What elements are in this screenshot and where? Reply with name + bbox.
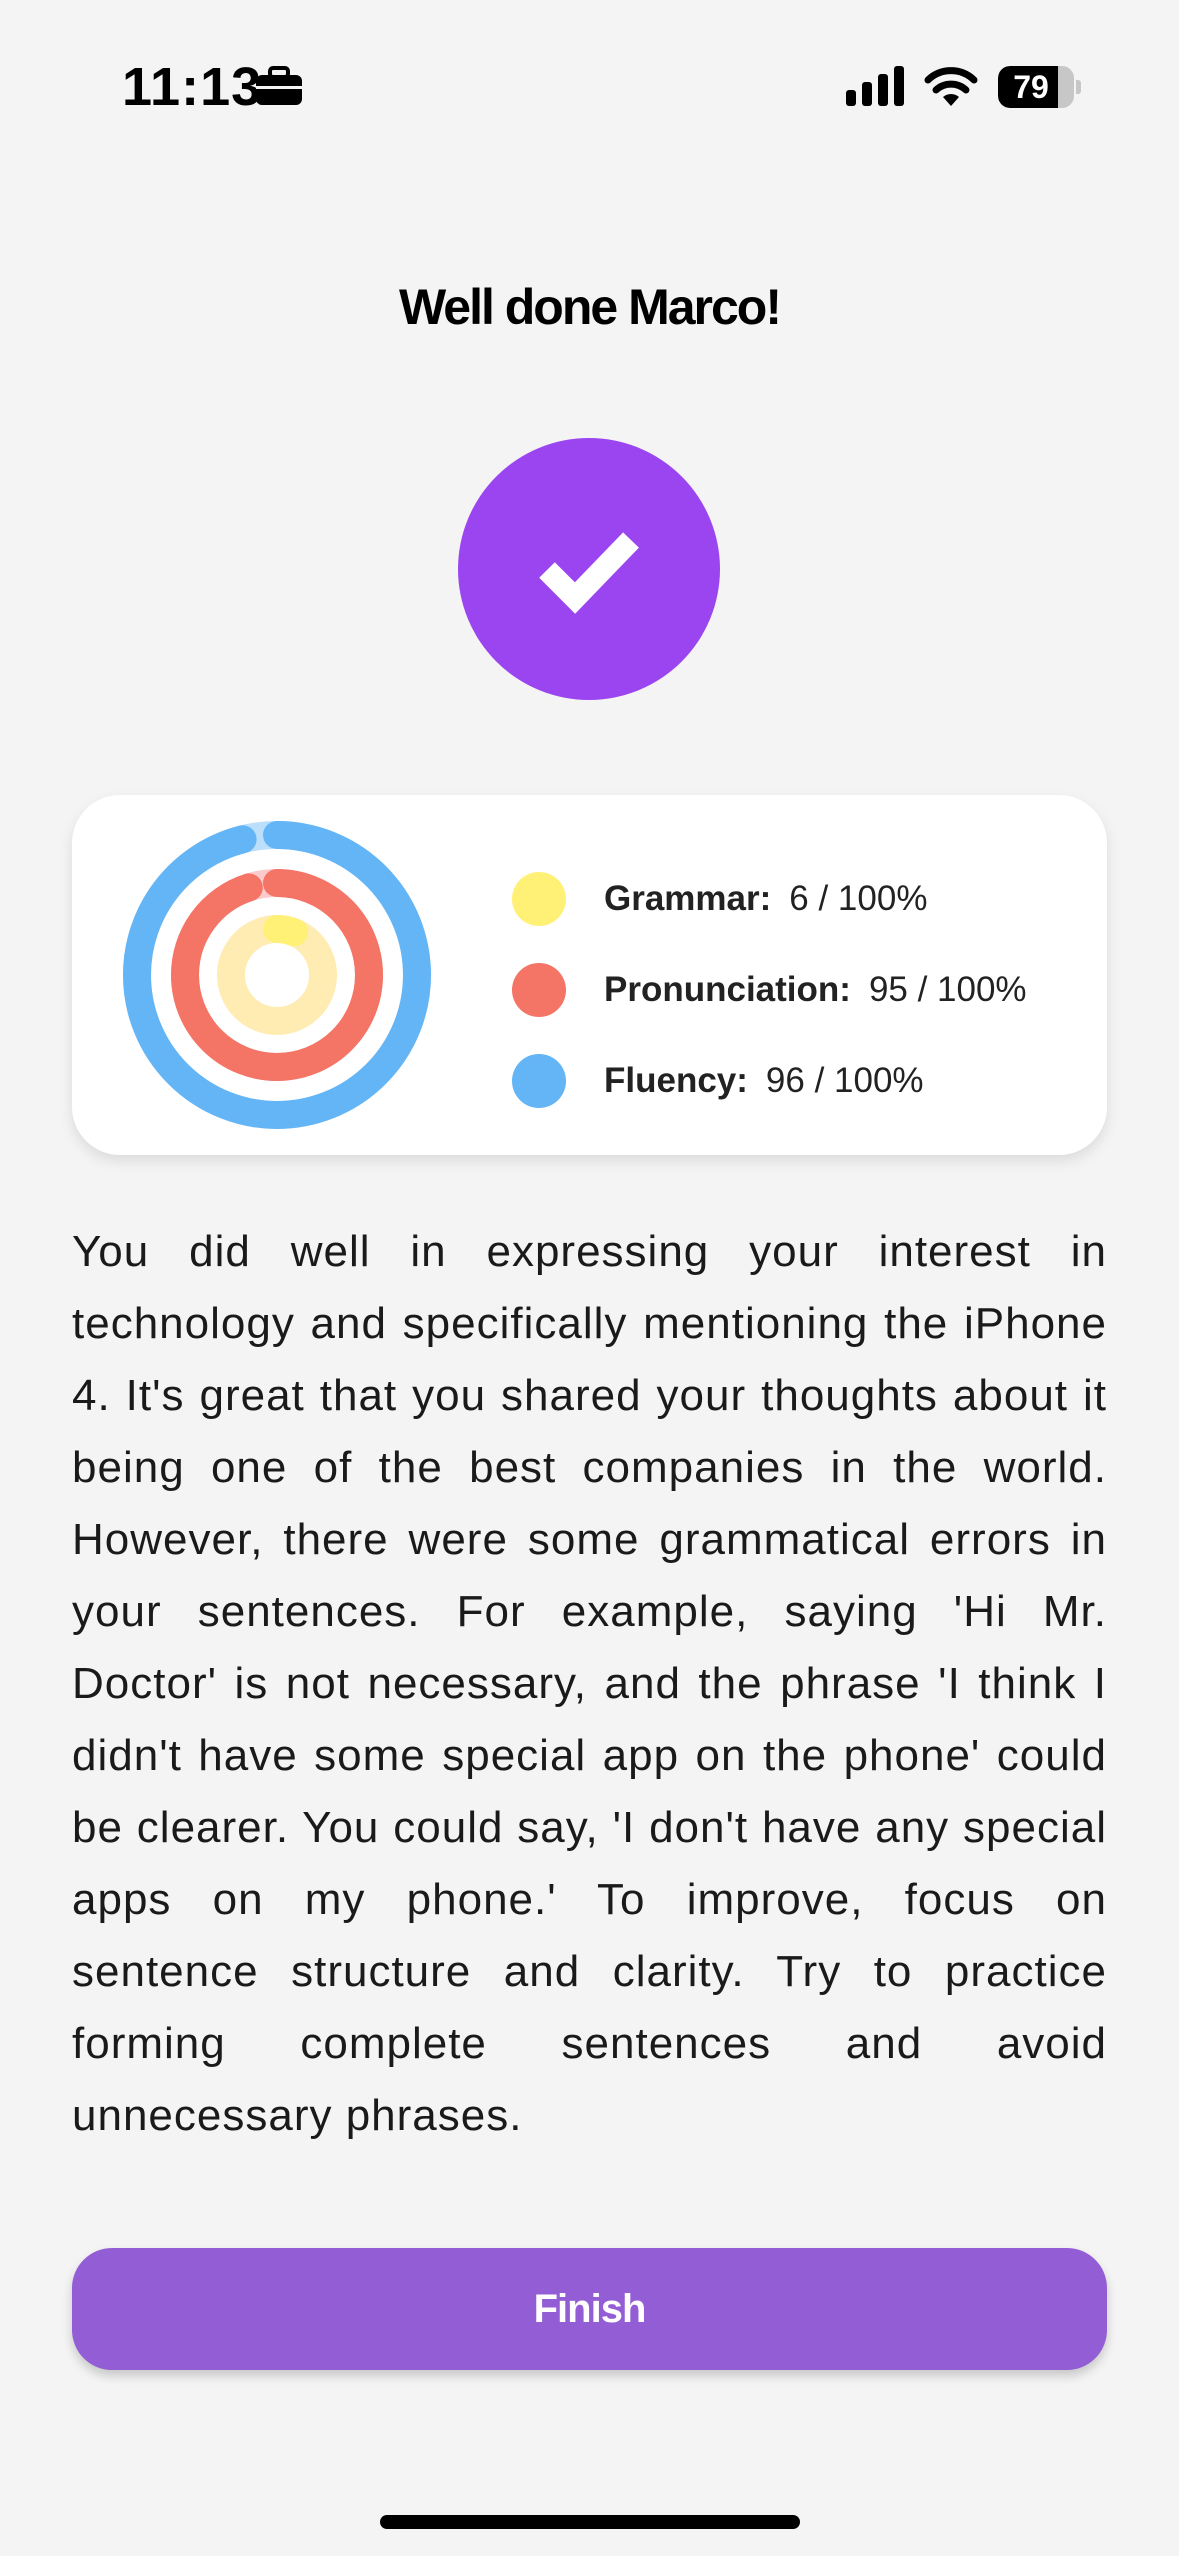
- legend-item-fluency: Fluency: 96 / 100%: [512, 1035, 1027, 1126]
- battery-icon: 79: [998, 66, 1081, 108]
- pronunciation-dot: [512, 962, 566, 1017]
- grammar-dot: [512, 871, 566, 926]
- status-bar: 11:13 79: [0, 0, 1179, 150]
- status-time: 11:13: [122, 57, 263, 117]
- feedback-text: You did well in expressing your interest…: [72, 1227, 1107, 2140]
- ring-progress-pronunciation: [171, 869, 383, 1081]
- battery-level: 79: [1013, 69, 1049, 105]
- grammar-label: Grammar:: [604, 878, 772, 918]
- briefcase-icon: [256, 66, 302, 105]
- results-screen: 11:13 79 Well done Marco! Grammar: 6 / 1…: [0, 0, 1179, 2556]
- score-card: Grammar: 6 / 100% Pronunciation: 95 / 10…: [72, 795, 1107, 1155]
- signal-icon: [846, 66, 904, 106]
- fluency-label: Fluency:: [604, 1060, 748, 1100]
- pronunciation-label: Pronunciation:: [604, 969, 851, 1009]
- score-legend: Grammar: 6 / 100% Pronunciation: 95 / 10…: [512, 853, 1027, 1126]
- legend-item-pronunciation: Pronunciation: 95 / 100%: [512, 944, 1027, 1035]
- fluency-value: 96 / 100%: [765, 1060, 924, 1100]
- score-rings-chart: [123, 821, 431, 1129]
- wifi-icon: [924, 67, 978, 106]
- legend-item-grammar: Grammar: 6 / 100%: [512, 853, 1027, 944]
- checkmark-icon: [539, 532, 639, 614]
- finish-button[interactable]: Finish: [72, 2248, 1107, 2370]
- grammar-value: 6 / 100%: [789, 878, 928, 918]
- pronunciation-value: 95 / 100%: [868, 969, 1027, 1009]
- home-indicator: [380, 2515, 800, 2529]
- fluency-dot: [512, 1053, 566, 1108]
- page-title: Well done Marco!: [398, 279, 782, 335]
- success-badge: [458, 438, 720, 700]
